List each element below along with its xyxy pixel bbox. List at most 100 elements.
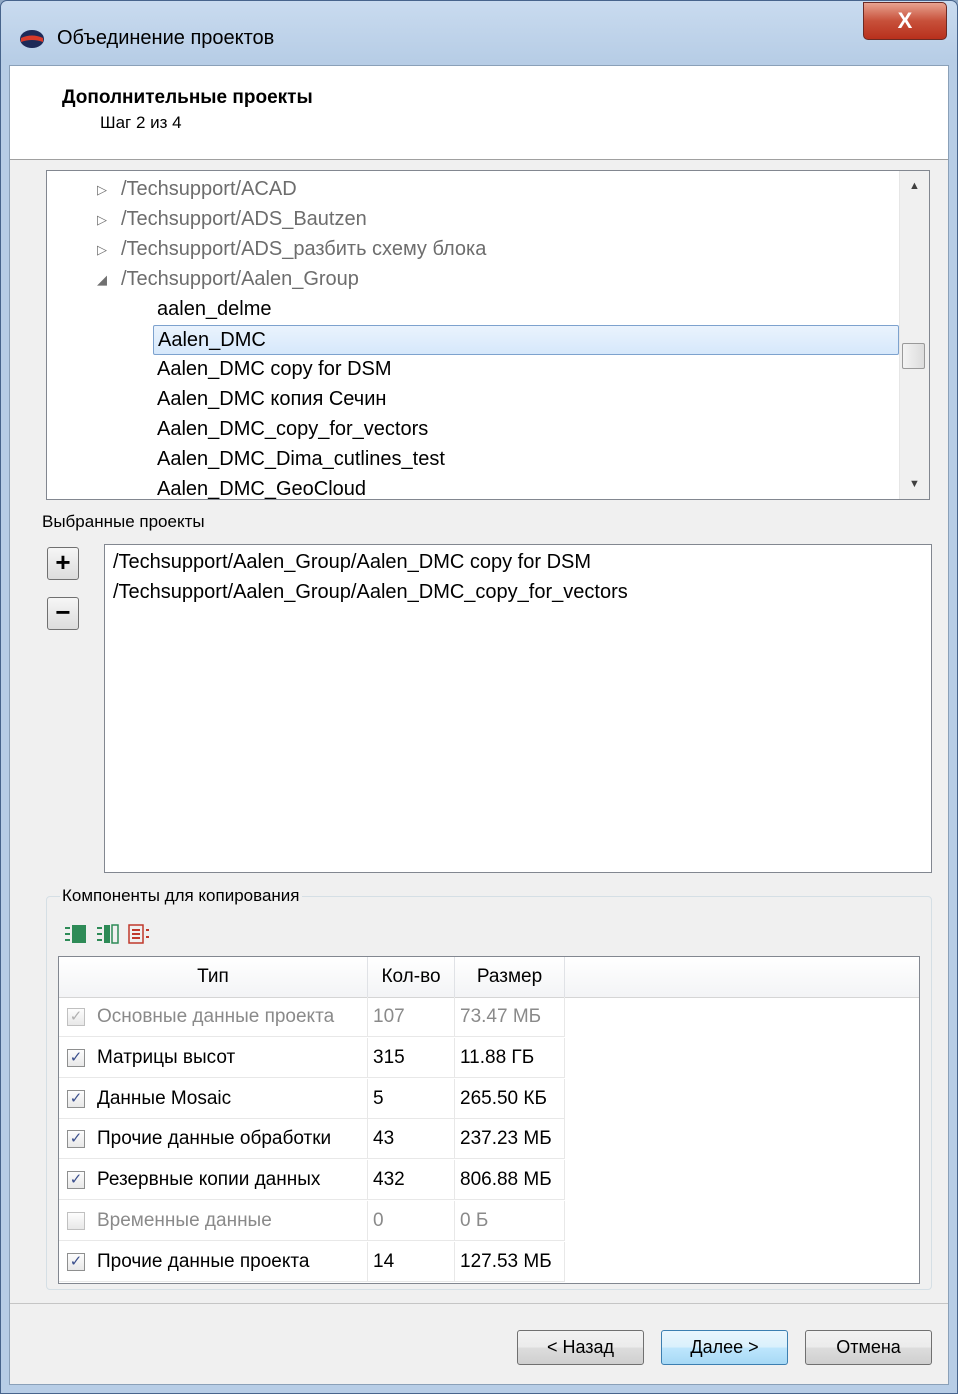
table-header: Тип Кол-во Размер: [59, 957, 919, 998]
cell-size: 237.23 МБ: [455, 1119, 565, 1160]
footer-divider: [10, 1303, 948, 1304]
col-header-type[interactable]: Тип: [59, 957, 368, 997]
component-type-label: Резервные копии данных: [97, 1169, 321, 1191]
table-row[interactable]: ✓ Матрицы высот 315 11.88 ГБ: [59, 1037, 919, 1078]
list-item[interactable]: /Techsupport/Aalen_Group/Aalen_DMC_copy_…: [113, 581, 628, 604]
tree-item-label: /Techsupport/ADS_Bautzen: [121, 208, 367, 230]
scroll-down-icon[interactable]: ▼: [900, 469, 929, 499]
component-type-label: Основные данные проекта: [97, 1006, 335, 1027]
tree-project-row[interactable]: Aalen_DMC_copy_for_vectors: [47, 415, 899, 445]
cell-count: 0: [368, 1201, 455, 1241]
component-type-label: Временные данные: [97, 1210, 272, 1231]
deselect-all-icon[interactable]: [128, 924, 152, 944]
tree-item-label: /Techsupport/ACAD: [121, 178, 297, 200]
tree-item-label: Aalen_DMC: [153, 325, 899, 355]
components-group-title: Компоненты для копирования: [60, 886, 302, 906]
tree-item-label: Aalen_DMC копия Сечин: [157, 388, 387, 410]
selected-projects-list[interactable]: /Techsupport/Aalen_Group/Aalen_DMC copy …: [104, 544, 932, 873]
invert-selection-icon[interactable]: [96, 924, 120, 944]
cell-count: 5: [368, 1078, 455, 1119]
table-row[interactable]: ✓ Основные данные проекта 107 73.47 МБ: [59, 997, 919, 1037]
tree-folder-row[interactable]: ◢ /Techsupport/Aalen_Group: [47, 265, 899, 295]
cell-count: 315: [368, 1037, 455, 1078]
project-tree[interactable]: ▷ /Techsupport/ACAD ▷ /Techsupport/ADS_Baut…: [46, 170, 930, 500]
table-row[interactable]: ✓ Резервные копии данных 432 806.88 МБ: [59, 1160, 919, 1201]
selected-projects-label: Выбранные проекты: [42, 512, 205, 531]
tree-project-row[interactable]: Aalen_DMC копия Сечин: [47, 385, 899, 415]
tree-item-label: Aalen_DMC_copy_for_vectors: [157, 418, 429, 440]
expanded-arrow-icon[interactable]: ◢: [97, 265, 107, 295]
add-project-button[interactable]: +: [47, 547, 79, 580]
tree-item-label: /Techsupport/ADS_разбить схему блока: [121, 238, 487, 260]
list-item[interactable]: /Techsupport/Aalen_Group/Aalen_DMC copy …: [113, 551, 591, 574]
dialog-client: Дополнительные проекты Шаг 2 из 4 ▷ /Tech…: [9, 65, 949, 1385]
component-type-label: Матрицы высот: [97, 1046, 236, 1068]
cell-type: ✓ Резервные копии данных: [59, 1160, 368, 1201]
cell-count: 107: [368, 997, 455, 1037]
table-row[interactable]: ✓ Прочие данные проекта 14 127.53 МБ: [59, 1241, 919, 1282]
component-checkbox[interactable]: ✓: [67, 1130, 85, 1149]
wizard-header: Дополнительные проекты Шаг 2 из 4: [10, 66, 948, 160]
next-button[interactable]: Далее >: [661, 1330, 788, 1365]
cell-count: 14: [368, 1241, 455, 1282]
cell-size: 265.50 КБ: [455, 1078, 565, 1119]
tree-item-label: /Techsupport/Aalen_Group: [121, 268, 359, 290]
cell-type: Временные данные: [59, 1201, 368, 1241]
cell-count: 43: [368, 1119, 455, 1160]
cell-type: ✓ Прочие данные обработки: [59, 1119, 368, 1160]
table-row[interactable]: Временные данные 0 0 Б: [59, 1201, 919, 1241]
col-header-count[interactable]: Кол-во: [368, 957, 455, 997]
tree-folder-row[interactable]: ▷ /Techsupport/ADS_Bautzen: [47, 205, 899, 235]
cell-size: 73.47 МБ: [455, 997, 565, 1037]
tree-item-label: aalen_delme: [157, 298, 272, 320]
cell-size: 11.88 ГБ: [455, 1037, 565, 1078]
collapsed-arrow-icon[interactable]: ▷: [97, 175, 107, 205]
cell-count: 432: [368, 1160, 455, 1201]
component-type-label: Прочие данные обработки: [97, 1128, 332, 1150]
tree-project-row[interactable]: Aalen_DMC: [47, 325, 899, 355]
tree-project-row[interactable]: Aalen_DMC_Dima_cutlines_test: [47, 445, 899, 475]
title-bar[interactable]: Объединение проектов X: [1, 1, 957, 63]
page-title: Дополнительные проекты: [62, 87, 313, 108]
app-glasses-icon: [20, 30, 44, 48]
component-checkbox: ✓: [67, 1008, 85, 1026]
tree-project-row[interactable]: Aalen_DMC_GeoCloud: [47, 475, 899, 500]
tree-item-label: Aalen_DMC copy for DSM: [157, 358, 392, 380]
close-button[interactable]: X: [863, 2, 947, 40]
collapsed-arrow-icon[interactable]: ▷: [97, 235, 107, 265]
cell-type: ✓ Прочие данные проекта: [59, 1241, 368, 1282]
component-checkbox: [67, 1212, 85, 1230]
tree-project-row[interactable]: aalen_delme: [47, 295, 899, 325]
component-checkbox[interactable]: ✓: [67, 1089, 85, 1108]
cell-size: 127.53 МБ: [455, 1241, 565, 1282]
scroll-up-icon[interactable]: ▲: [900, 171, 929, 201]
select-all-icon[interactable]: [64, 924, 88, 944]
back-button[interactable]: < Назад: [517, 1330, 644, 1365]
cell-size: 806.88 МБ: [455, 1160, 565, 1201]
cell-type: ✓ Данные Mosaic: [59, 1078, 368, 1119]
component-type-label: Данные Mosaic: [97, 1087, 232, 1109]
tree-project-row[interactable]: Aalen_DMC copy for DSM: [47, 355, 899, 385]
col-header-size[interactable]: Размер: [455, 957, 565, 997]
cell-type: ✓ Основные данные проекта: [59, 997, 368, 1037]
table-row[interactable]: ✓ Прочие данные обработки 43 237.23 МБ: [59, 1119, 919, 1160]
component-checkbox[interactable]: ✓: [67, 1252, 85, 1271]
components-table: Тип Кол-во Размер ✓ Основные данные проек…: [58, 956, 920, 1284]
cell-type: ✓ Матрицы высот: [59, 1037, 368, 1078]
scroll-thumb[interactable]: [902, 343, 925, 369]
tree-folder-row[interactable]: ▷ /Techsupport/ACAD: [47, 175, 899, 205]
collapsed-arrow-icon[interactable]: ▷: [97, 205, 107, 235]
tree-scrollbar[interactable]: ▲ ▼: [899, 171, 929, 499]
cell-size: 0 Б: [455, 1201, 565, 1241]
dialog-window: Объединение проектов X Дополнительные пр…: [0, 0, 958, 1394]
tree-folder-row[interactable]: ▷ /Techsupport/ADS_разбить схему блока: [47, 235, 899, 265]
tree-item-label: Aalen_DMC_GeoCloud: [157, 478, 367, 500]
tree-item-label: Aalen_DMC_Dima_cutlines_test: [157, 448, 445, 470]
cancel-button[interactable]: Отмена: [805, 1330, 932, 1365]
window-title: Объединение проектов: [57, 27, 275, 49]
remove-project-button[interactable]: −: [47, 597, 79, 630]
component-checkbox[interactable]: ✓: [67, 1048, 85, 1067]
component-type-label: Прочие данные проекта: [97, 1250, 310, 1272]
table-row[interactable]: ✓ Данные Mosaic 5 265.50 КБ: [59, 1078, 919, 1119]
component-checkbox[interactable]: ✓: [67, 1171, 85, 1190]
